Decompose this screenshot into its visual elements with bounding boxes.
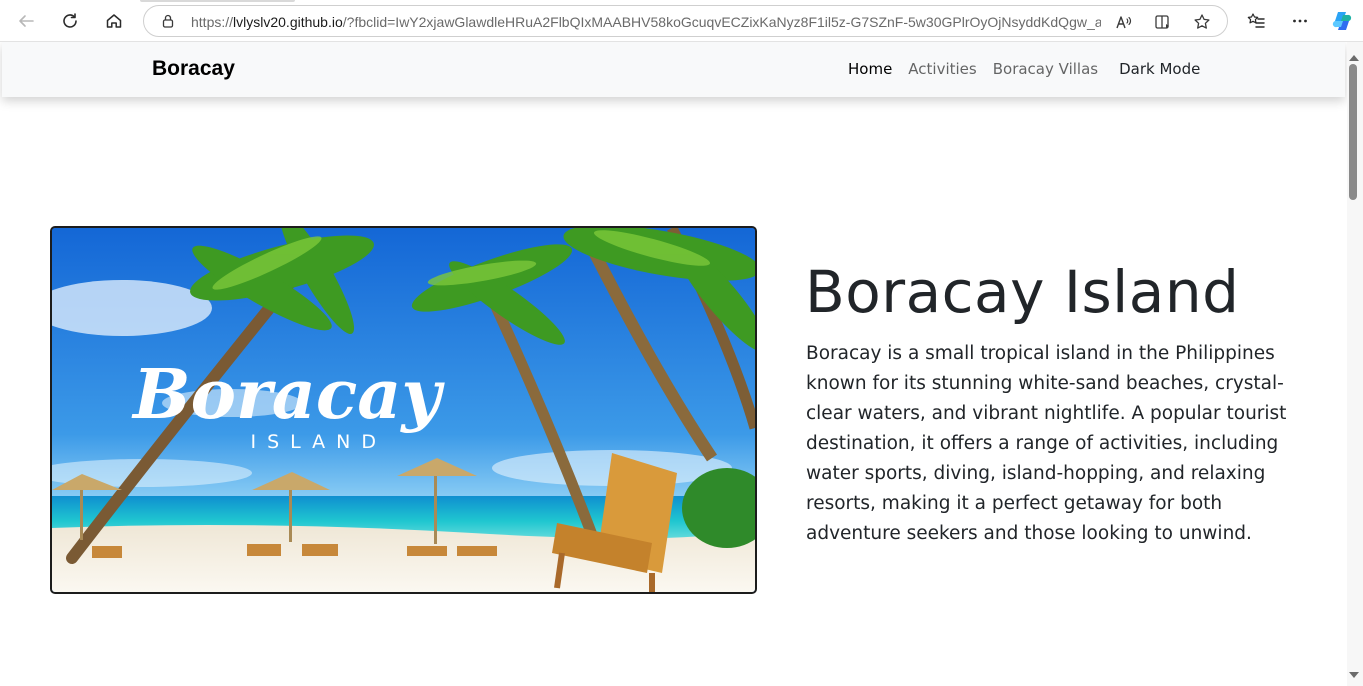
back-button[interactable] [12,7,40,35]
address-bar[interactable]: https://lvlyslv20.github.io/?fbclid=IwY2… [143,5,1228,37]
copilot-button[interactable] [1328,7,1356,35]
more-button[interactable] [1286,7,1314,35]
refresh-icon [63,13,77,28]
hero-image-logo-subtext: ISLAND [250,431,387,453]
favorite-star-icon[interactable] [1192,12,1212,32]
nav-link-home[interactable]: Home [848,60,892,78]
immersive-reader-icon[interactable] [1153,12,1173,32]
nav-link-boracay-villas[interactable]: Boracay Villas [993,60,1098,78]
refresh-button[interactable] [56,7,84,35]
favorites-list-icon [1247,13,1265,28]
lock-icon[interactable] [160,13,176,33]
hero-image: Boracay ISLAND [50,226,757,594]
nav-link-activities[interactable]: Activities [908,60,976,78]
home-icon [106,14,122,28]
site-brand[interactable]: Boracay [152,57,235,81]
nav-links: Home Activities Boracay Villas Dark Mode [848,60,1216,78]
hero-title: Boracay Island [805,258,1240,326]
page-scrollbar[interactable] [1347,42,1363,686]
url-scheme: https:// [191,14,234,30]
url-host: lvlyslv20.github.io [233,14,343,30]
page-viewport: Boracay Home Activities Boracay Villas D… [0,42,1347,686]
url-text[interactable]: https://lvlyslv20.github.io/?fbclid=IwY2… [191,13,1101,31]
more-icon [1293,19,1307,23]
read-aloud-icon[interactable] [1114,12,1134,32]
dark-mode-toggle[interactable]: Dark Mode [1119,60,1200,78]
home-button[interactable] [100,7,128,35]
hero-description: Boracay is a small tropical island in th… [806,343,1287,544]
hero-image-logo: Boracay [131,355,445,435]
site-navbar: Boracay Home Activities Boracay Villas D… [2,42,1345,97]
tab-indicator [140,0,295,2]
browser-toolbar: https://lvlyslv20.github.io/?fbclid=IwY2… [0,0,1363,42]
copilot-icon [1332,12,1352,30]
scroll-down-arrow-icon[interactable] [1348,664,1360,683]
scrollbar-thumb[interactable] [1349,64,1357,200]
favorites-button[interactable] [1242,7,1270,35]
url-path: /?fbclid=IwY2xjawGlawdleHRuA2FlbQIxMAABH… [342,14,1101,30]
back-icon [19,15,34,27]
